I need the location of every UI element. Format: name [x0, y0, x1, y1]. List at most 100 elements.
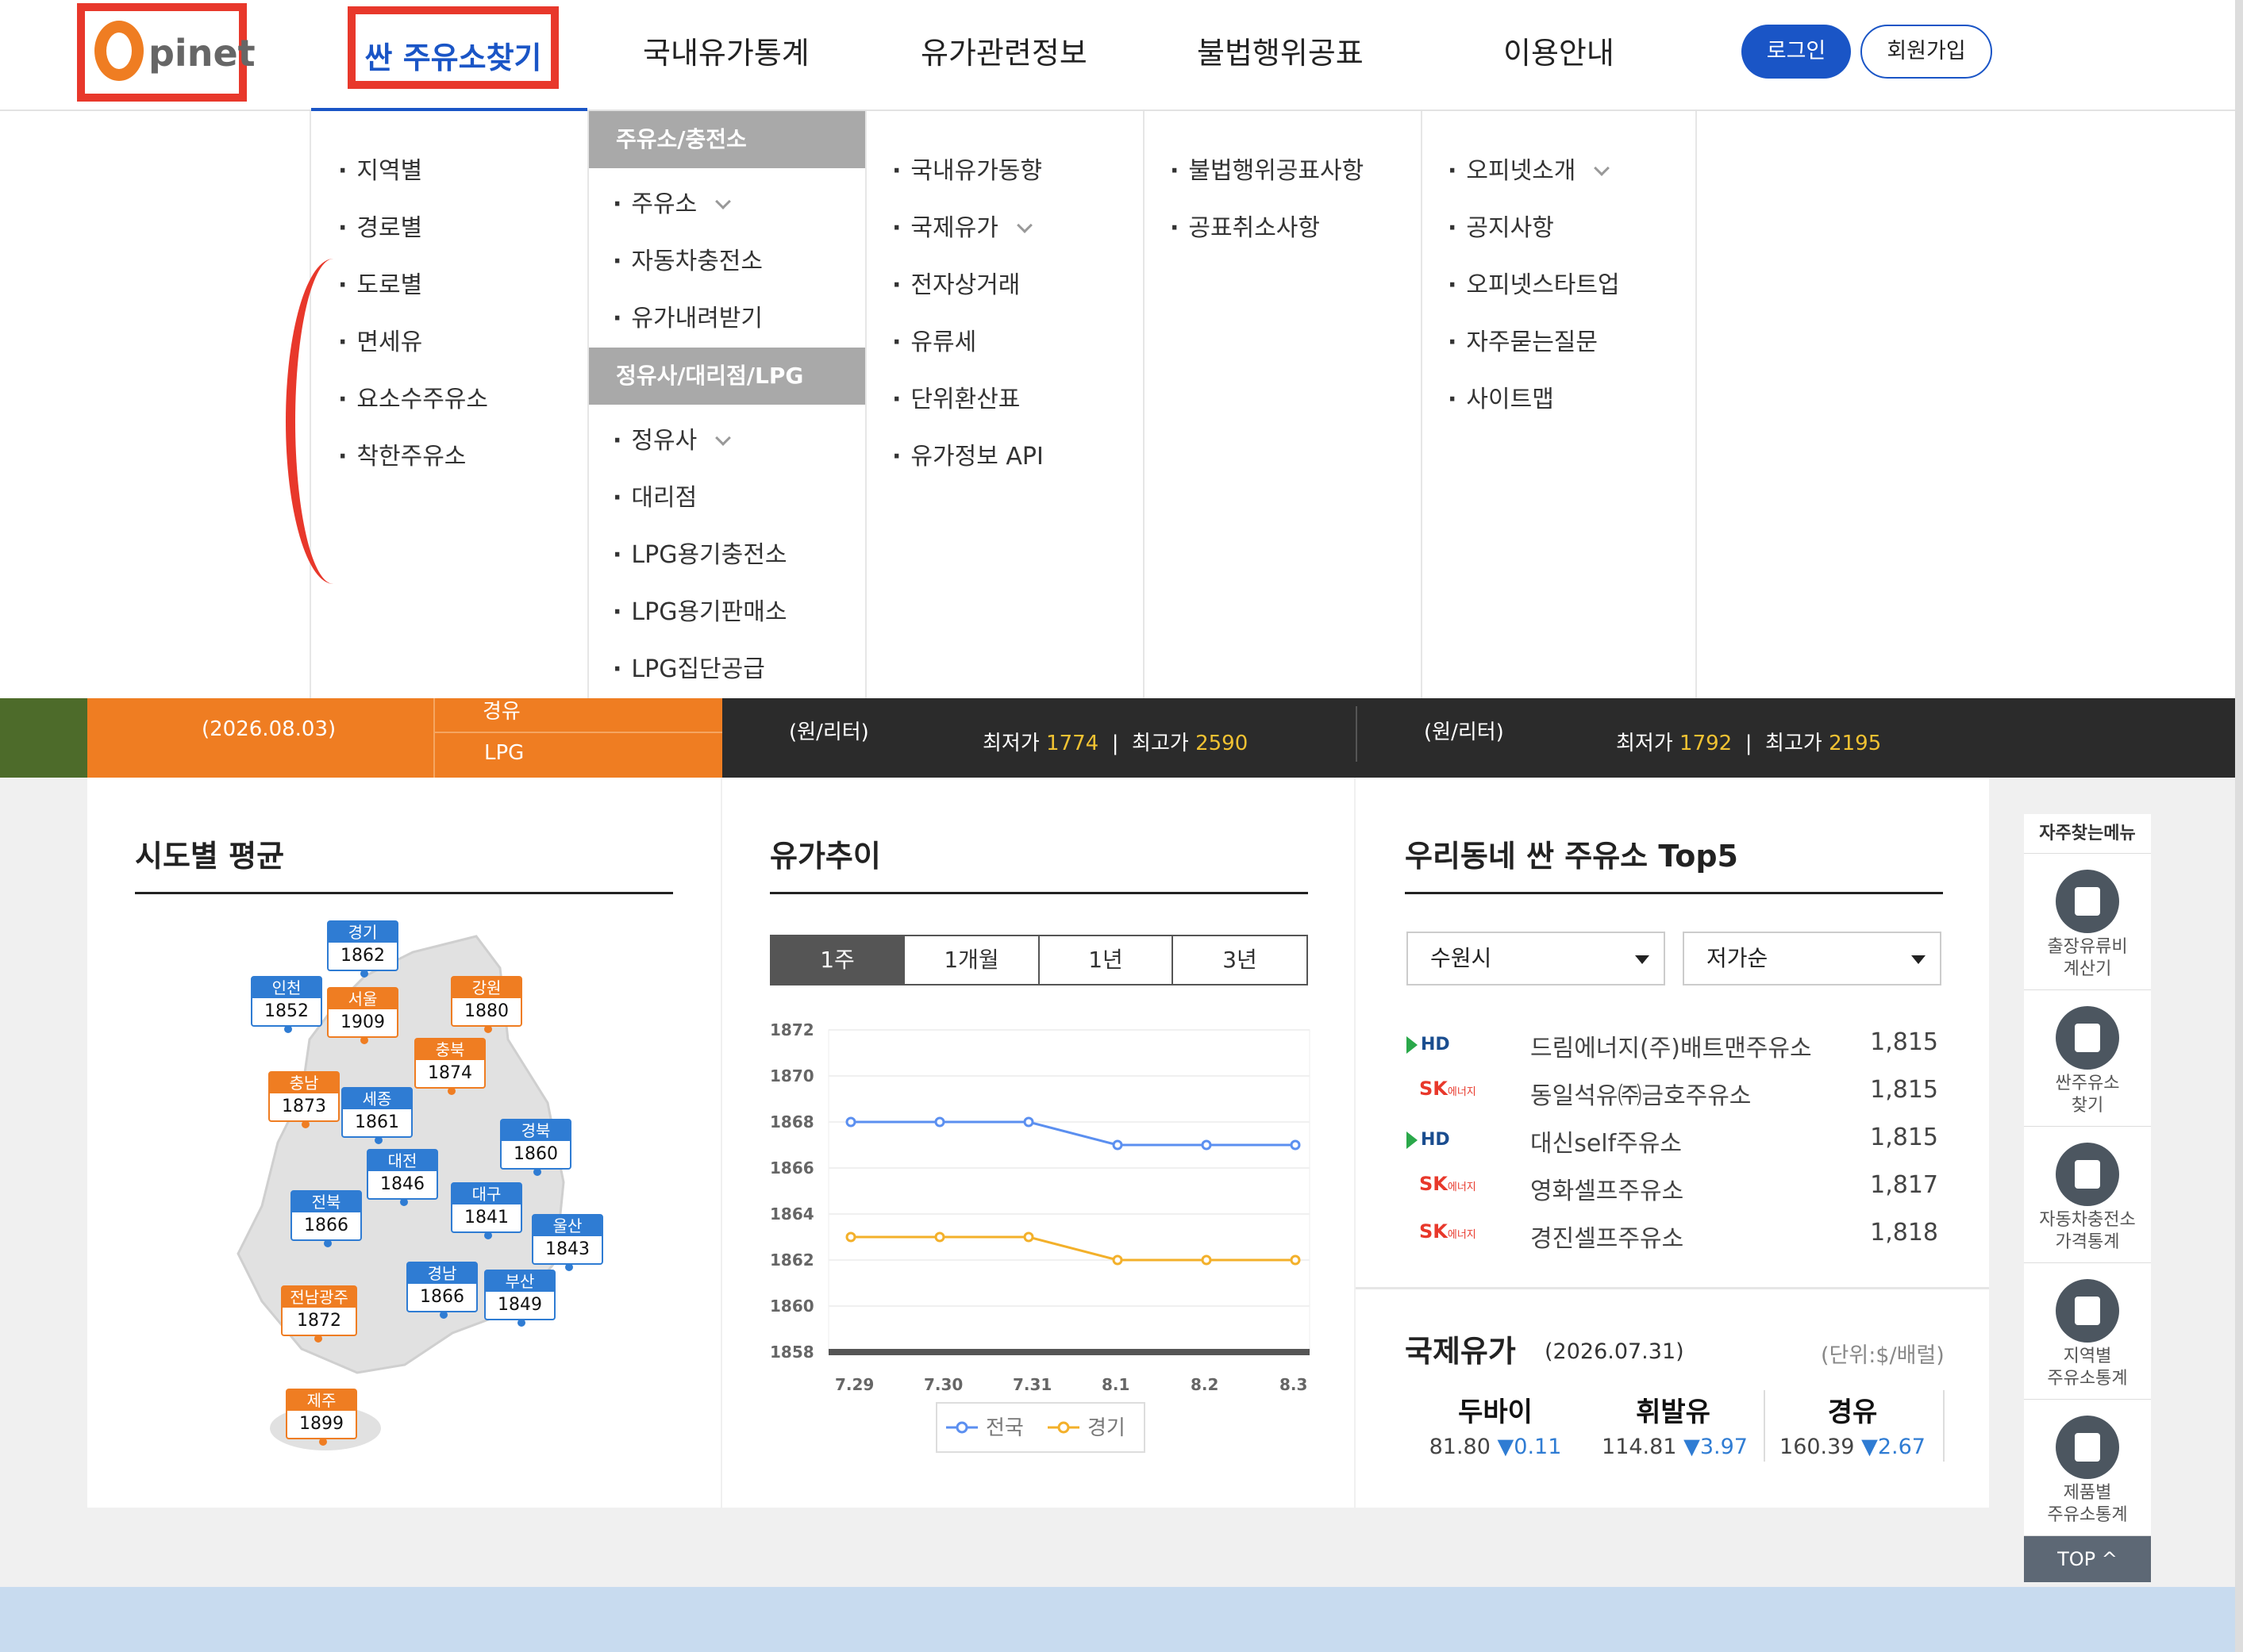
menu-about[interactable]: 오피넷소개: [1448, 151, 1610, 186]
sort-select-value: 저가순: [1706, 945, 1768, 971]
opinet-logo[interactable]: pinet: [77, 3, 256, 102]
region-badge[interactable]: 충북 1874: [414, 1038, 486, 1095]
region-badge[interactable]: 부산 1849: [484, 1270, 556, 1327]
menu-lpg-charging[interactable]: LPG용기충전소: [613, 535, 787, 570]
nav-cheap-station[interactable]: 싼 주유소찾기: [348, 6, 559, 89]
y-tick-label: 1858: [770, 1343, 814, 1362]
window-scrollbar[interactable]: [2235, 0, 2243, 1652]
quick-label-2: 싼주유소 찾기: [2024, 1073, 2151, 1117]
menu-fuel-tax[interactable]: 유류세: [892, 322, 976, 357]
high-value-2: 2195: [1829, 732, 1882, 755]
menu-head-refinery[interactable]: 정유사/대리점/LPG: [589, 348, 867, 405]
nav-illegal-disclosure[interactable]: 불법행위공표: [1197, 29, 1364, 72]
nav-price-info[interactable]: 유가관련정보: [921, 29, 1087, 72]
region-value: 1866: [420, 1287, 464, 1307]
region-value: 1880: [464, 1001, 509, 1021]
region-badge[interactable]: 대구 1841: [451, 1182, 522, 1239]
tab-1week[interactable]: 1주: [770, 935, 905, 985]
korea-map-icon: [2056, 1279, 2119, 1343]
region-value: 1909: [340, 1012, 385, 1032]
menu-agency[interactable]: 대리점: [613, 478, 697, 513]
menu-lpg-group[interactable]: LPG집단공급: [613, 649, 764, 684]
region-badge[interactable]: 전남광주 1872: [281, 1285, 357, 1343]
region-badge[interactable]: 서울 1909: [327, 987, 398, 1044]
login-button[interactable]: 로그인: [1741, 25, 1851, 79]
menu-sitemap[interactable]: 사이트맵: [1448, 379, 1553, 414]
region-value: 1862: [340, 946, 385, 966]
menu-intl-price[interactable]: 국제유가: [892, 208, 1033, 243]
menu-ecommerce[interactable]: 전자상거래: [892, 265, 1020, 300]
region-badge[interactable]: 경기 1862: [327, 920, 398, 978]
banner-fuel-diesel[interactable]: 경유: [483, 695, 521, 724]
region-value: 1874: [428, 1063, 472, 1083]
quick-cheap-station[interactable]: 싼주유소 찾기: [2024, 990, 2151, 1127]
x-tick-label: 7.30: [924, 1375, 963, 1394]
sort-select[interactable]: 저가순: [1683, 932, 1941, 985]
data-point: [1201, 1139, 1212, 1151]
menu-head-stations[interactable]: 주유소/충전소: [589, 111, 867, 168]
quick-product-stats[interactable]: 제품별 주유소통계: [2024, 1400, 2151, 1536]
y-tick-label: 1864: [770, 1204, 814, 1224]
tab-3year[interactable]: 3년: [1172, 935, 1308, 985]
nav-guide[interactable]: 이용안내: [1503, 29, 1614, 72]
banner-fuel-lpg[interactable]: LPG: [484, 741, 524, 765]
region-badge[interactable]: 경남 1866: [406, 1262, 478, 1319]
region-badge[interactable]: 인천 1852: [251, 976, 322, 1033]
scroll-top-button[interactable]: TOP ^: [2024, 1536, 2151, 1582]
station-row[interactable]: SK에너지 영화셀프주유소 1,817: [1406, 1166, 1938, 1206]
region-badge[interactable]: 전북 1866: [290, 1190, 362, 1247]
x-tick-label: 7.31: [1013, 1375, 1052, 1394]
menu-region[interactable]: 지역별: [338, 151, 422, 186]
station-row[interactable]: HD 드림에너지(주)배트맨주유소 1,815: [1406, 1024, 1938, 1063]
region-badge[interactable]: 강원 1880: [451, 976, 522, 1033]
menu-gas-station[interactable]: 주유소: [613, 184, 732, 219]
region-value: 1899: [299, 1414, 344, 1434]
station-row[interactable]: SK에너지 동일석유㈜금호주유소 1,815: [1406, 1071, 1938, 1111]
city-select[interactable]: 수원시: [1406, 932, 1665, 985]
region-badge[interactable]: 세종 1861: [341, 1087, 413, 1144]
region-badge[interactable]: 경북 1860: [500, 1119, 571, 1176]
menu-unit-convert[interactable]: 단위환산표: [892, 379, 1020, 414]
red-annotation-arc: [286, 259, 381, 584]
chevron-down-icon: [1016, 217, 1033, 233]
menu-price-download[interactable]: 유가내려받기: [613, 298, 763, 333]
menu-illegal-items[interactable]: 불법행위공표사항: [1170, 151, 1364, 186]
sk-energy-logo: SK에너지: [1419, 1220, 1476, 1243]
menu-startup[interactable]: 오피넷스타트업: [1448, 265, 1619, 300]
region-badge[interactable]: 대전 1846: [367, 1149, 438, 1206]
menu-lpg-sales[interactable]: LPG용기판매소: [613, 592, 787, 627]
region-name: 충남: [270, 1073, 338, 1093]
menu-ev-station[interactable]: 자동차충전소: [613, 241, 763, 276]
quick-travel-cost-calculator[interactable]: 출장유류비 계산기: [2024, 854, 2151, 990]
quick-region-stats[interactable]: 지역별 주유소통계: [2024, 1263, 2151, 1400]
low-label-2: 최저가: [1616, 732, 1673, 755]
data-point: [1112, 1254, 1123, 1266]
high-value-1: 2590: [1195, 732, 1248, 755]
trend-line-chart: 1872 1870 1868 1866 1864 1862 1860 1858 7.29 7.30…: [770, 1020, 1310, 1453]
menu-notice[interactable]: 공지사항: [1448, 208, 1553, 243]
menu-cancel-items[interactable]: 공표취소사항: [1170, 208, 1320, 243]
menu-faq[interactable]: 자주묻는질문: [1448, 322, 1598, 357]
region-badge[interactable]: 충남 1873: [268, 1071, 340, 1128]
station-row[interactable]: SK에너지 경진셀프주유소 1,818: [1406, 1214, 1938, 1254]
x-tick-label: 8.3: [1279, 1375, 1307, 1394]
tab-1month[interactable]: 1개월: [903, 935, 1040, 985]
intl-diesel-price: 160.39: [1779, 1435, 1855, 1459]
tab-1year[interactable]: 1년: [1038, 935, 1173, 985]
menu-refinery[interactable]: 정유사: [613, 421, 732, 455]
quick-ev-price-stats[interactable]: 자동차충전소 가격통계: [2024, 1127, 2151, 1263]
menu-route[interactable]: 경로별: [338, 208, 422, 243]
region-badge[interactable]: 제주 1899: [286, 1389, 357, 1446]
menu-col-illegal: 불법행위공표사항 공표취소사항: [1143, 111, 1421, 698]
region-value: 1860: [514, 1144, 558, 1164]
menu-price-api[interactable]: 유가정보 API: [892, 436, 1043, 471]
join-button[interactable]: 회원가입: [1860, 25, 1992, 79]
line-chart-icon: [2056, 1416, 2119, 1479]
region-badge[interactable]: 울산 1843: [532, 1214, 603, 1271]
banner-unit-1: (원/리터): [789, 720, 869, 744]
region-marker: [375, 1136, 383, 1144]
menu-domestic-trend[interactable]: 국내유가동향: [892, 151, 1042, 186]
sk-energy-logo: SK에너지: [1419, 1173, 1476, 1195]
nav-domestic-stats[interactable]: 국내유가통계: [643, 29, 810, 72]
station-row[interactable]: HD 대신self주유소 1,815: [1406, 1119, 1938, 1158]
